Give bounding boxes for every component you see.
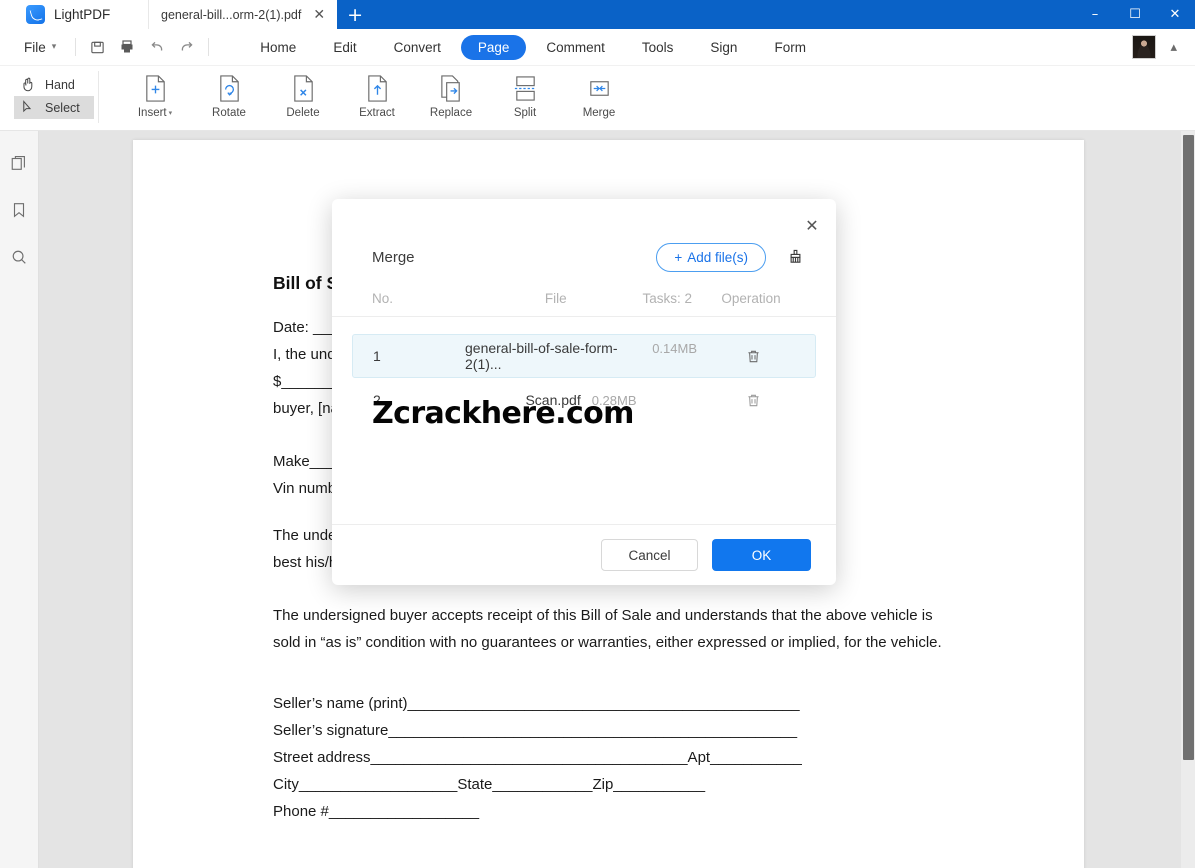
merge-tool-label: Merge	[582, 107, 616, 119]
ribbon-toolbar: Hand Select Insert ▾ Rotate Delete Extra…	[0, 66, 1195, 131]
split-tool-label: Split	[513, 107, 537, 119]
rotate-tool[interactable]: Rotate	[199, 66, 259, 119]
extract-tool[interactable]: Extract	[347, 66, 407, 119]
vertical-scrollbar[interactable]	[1181, 131, 1195, 868]
plus-icon: +	[674, 250, 683, 265]
cancel-button[interactable]: Cancel	[601, 539, 698, 571]
menu-bar: File ▾ Home Edit Convert Page Comment To…	[0, 29, 1195, 66]
chevron-down-icon: ▾	[168, 109, 173, 117]
column-file: File	[544, 291, 567, 306]
brand: LightPDF	[0, 0, 148, 29]
file-info: general-bill-of-sale-form-2(1)... 0.14MB	[465, 340, 697, 372]
search-icon[interactable]	[5, 244, 33, 270]
hand-mode-button[interactable]: Hand	[14, 73, 94, 96]
column-tasks: Tasks: 2	[642, 291, 692, 306]
maximize-icon[interactable]: ☐	[1115, 0, 1155, 29]
column-no: No.	[372, 291, 394, 306]
tab-home[interactable]: Home	[243, 35, 313, 60]
merge-tool[interactable]: Merge	[569, 66, 629, 119]
bookmark-icon[interactable]	[5, 197, 33, 223]
select-mode-label: Select	[45, 100, 80, 115]
tab-comment[interactable]: Comment	[529, 35, 622, 60]
document-line: Street address__________________________…	[273, 749, 802, 766]
split-tool[interactable]: Split	[495, 66, 555, 119]
tab-page[interactable]: Page	[460, 34, 527, 60]
document-tab-label: general-bill...orm-2(1).pdf	[161, 7, 302, 22]
divider	[75, 38, 77, 56]
redo-icon[interactable]	[172, 33, 202, 61]
broom-clear-icon[interactable]	[780, 244, 810, 272]
delete-tool-label: Delete	[286, 107, 320, 119]
print-icon[interactable]	[112, 33, 142, 61]
close-icon[interactable]: ✕	[313, 8, 325, 22]
list-item[interactable]: 1 general-bill-of-sale-form-2(1)... 0.14…	[352, 334, 816, 378]
file-menu-button[interactable]: File ▾	[0, 40, 69, 55]
tab-edit[interactable]: Edit	[316, 35, 373, 60]
close-icon[interactable]: ✕	[1155, 0, 1195, 29]
divider	[208, 38, 210, 56]
file-menu-label: File	[24, 39, 46, 55]
titlebar-filler	[373, 0, 1075, 29]
brand-name: LightPDF	[54, 7, 111, 22]
tab-tools[interactable]: Tools	[625, 35, 691, 60]
merge-dialog: ✕ Merge + Add file(s) No. File Tasks: 2 …	[332, 199, 836, 585]
dialog-column-headers: No. File Tasks: 2 Operation	[332, 272, 836, 317]
delete-tool[interactable]: Delete	[273, 66, 333, 119]
scrollbar-thumb[interactable]	[1183, 135, 1194, 760]
add-files-button[interactable]: + Add file(s)	[656, 243, 766, 272]
lightpdf-window: LightPDF general-bill...orm-2(1).pdf ✕ +…	[0, 0, 1195, 868]
document-line: Seller’s name (print)___________________…	[273, 695, 800, 712]
extract-tool-label: Extract	[359, 107, 395, 119]
mode-group: Hand Select	[0, 66, 98, 119]
window-controls: – ☐ ✕	[1075, 0, 1195, 29]
undo-icon[interactable]	[142, 33, 172, 61]
document-tab[interactable]: general-bill...orm-2(1).pdf ✕	[148, 0, 338, 29]
left-sidebar	[0, 131, 39, 868]
add-files-label: Add file(s)	[687, 250, 748, 265]
file-list: 1 general-bill-of-sale-form-2(1)... 0.14…	[332, 317, 836, 524]
plus-icon[interactable]: +	[337, 0, 373, 29]
menubar-right: ▴	[1132, 35, 1195, 59]
tab-convert[interactable]: Convert	[377, 35, 458, 60]
file-name: general-bill-of-sale-form-2(1)...	[465, 340, 618, 372]
ok-button[interactable]: OK	[712, 539, 811, 571]
title-bar: LightPDF general-bill...orm-2(1).pdf ✕ +…	[0, 0, 1195, 29]
document-line: City___________________State____________…	[273, 776, 706, 793]
replace-tool-label: Replace	[429, 107, 473, 119]
trash-icon[interactable]	[697, 348, 809, 365]
rotate-tool-label: Rotate	[212, 107, 246, 119]
document-line: Seller’s signature______________________…	[273, 722, 798, 739]
select-mode-button[interactable]: Select	[14, 96, 94, 119]
insert-tool[interactable]: Insert ▾	[125, 66, 185, 119]
user-avatar[interactable]	[1132, 35, 1157, 59]
ribbon-tabs: Home Edit Convert Page Comment Tools Sig…	[243, 34, 823, 60]
dialog-title: Merge	[372, 249, 415, 266]
file-index: 1	[373, 348, 381, 364]
pages-icon[interactable]	[5, 150, 33, 176]
watermark: Zcrackhere.com	[372, 396, 634, 431]
insert-tool-label: Insert ▾	[137, 107, 173, 119]
chevron-up-icon[interactable]: ▴	[1170, 40, 1177, 55]
chevron-down-icon: ▾	[51, 42, 57, 52]
trash-icon[interactable]	[697, 392, 809, 409]
tab-sign[interactable]: Sign	[693, 35, 754, 60]
minimize-icon[interactable]: –	[1075, 0, 1115, 29]
column-operation: Operation	[721, 291, 781, 306]
page-tools: Insert ▾ Rotate Delete Extract Replace S…	[99, 66, 629, 119]
dialog-header: Merge + Add file(s)	[332, 199, 836, 272]
close-icon[interactable]: ✕	[800, 213, 824, 237]
hand-mode-label: Hand	[45, 77, 75, 92]
save-icon[interactable]	[82, 33, 112, 61]
document-line: Phone #__________________	[273, 803, 480, 820]
replace-tool[interactable]: Replace	[421, 66, 481, 119]
document-paragraph: The undersigned buyer accepts receipt of…	[273, 607, 942, 651]
file-size: 0.14MB	[652, 341, 697, 356]
lightpdf-logo-icon	[26, 5, 45, 24]
tab-form[interactable]: Form	[757, 35, 823, 60]
dialog-footer: Cancel OK	[332, 524, 836, 585]
